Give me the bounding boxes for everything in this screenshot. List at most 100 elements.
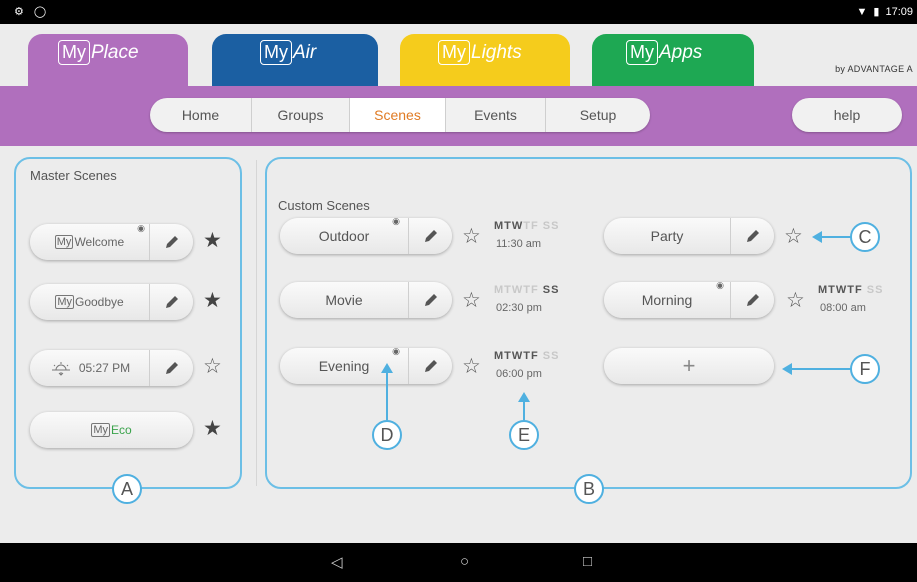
favourite-star-icon[interactable]: ☆ [784,226,803,248]
edit-button[interactable] [408,218,452,254]
edit-button[interactable] [408,282,452,318]
pencil-icon [165,296,178,308]
master-scene-sunset[interactable]: 05:27 PM [30,350,193,386]
master-scene-goodbye-label: My Goodbye [30,295,149,309]
callout-arrow [523,400,525,420]
favourite-star-icon[interactable]: ☆ [462,290,481,312]
tab-myplace-label: Place [91,41,139,63]
favourite-star-icon[interactable]: ☆ [203,356,222,378]
alarm-icon: ◯ [33,6,47,18]
favourite-star-icon[interactable]: ★ [203,418,222,440]
pencil-icon [424,230,437,242]
custom-scene-party[interactable]: Party [604,218,774,254]
days-inactive: MTWTF [494,284,539,296]
eye-icon: ◉ [392,346,400,356]
favourite-star-icon[interactable]: ☆ [462,356,481,378]
custom-scene-evening[interactable]: Evening ◉ [280,346,452,384]
tab-myair[interactable]: My Air [212,34,378,86]
edit-button[interactable] [730,282,774,318]
help-button[interactable]: help [792,98,902,132]
eye-icon: ◉ [392,216,400,226]
pencil-icon [165,236,178,248]
my-prefix: My [54,235,74,249]
custom-scene-party-label: Party [604,228,730,244]
my-welcome-logo: My Welcome [54,235,124,249]
master-scene-eco[interactable]: My Eco [30,412,193,448]
recents-icon[interactable]: □ [583,553,592,570]
custom-scenes-title: Custom Scenes [278,198,370,213]
nav-tabs: Home Groups Scenes Events Setup [150,98,650,132]
edit-button[interactable] [149,224,193,260]
pencil-icon [746,230,759,242]
master-scene-sunset-label: 05:27 PM [30,360,149,376]
nav-tab-events[interactable]: Events [446,98,546,132]
sunset-icon [51,362,70,376]
edit-button[interactable] [730,218,774,254]
schedule-days: MTWTF SS [494,284,559,296]
status-time: 17:09 [885,5,913,18]
favourite-star-icon[interactable]: ★ [203,290,222,312]
days-active: MTWTF [818,284,863,296]
edit-button[interactable] [149,350,193,386]
schedule-time: 11:30 am [496,238,542,250]
add-scene-button[interactable]: + [604,348,774,384]
my-logo-box: My [438,40,470,65]
schedule-time: 02:30 pm [496,302,542,314]
status-bar: ⚙ ◯ ▼ ▮ 17:09 [0,0,917,24]
master-scene-goodbye[interactable]: My Goodbye [30,284,193,320]
custom-scene-outdoor-label: Outdoor ◉ [280,216,408,244]
days-inactive: TF SS [523,220,560,232]
edit-button[interactable] [149,284,193,320]
callout-b: B [574,474,604,504]
days-active: SS [542,284,560,296]
tab-myapps[interactable]: My Apps [592,34,754,86]
my-prefix: My [91,423,110,437]
schedule-time: 08:00 am [820,302,866,314]
my-prefix: My [55,295,74,309]
nav-tab-scenes[interactable]: Scenes [350,98,446,132]
nav-tab-setup[interactable]: Setup [546,98,650,132]
custom-scene-outdoor[interactable]: Outdoor ◉ [280,216,452,254]
pencil-icon [746,294,759,306]
tab-mylights[interactable]: My Lights [400,34,570,86]
home-icon[interactable]: ○ [460,553,469,570]
sunset-time: 05:27 PM [78,361,131,375]
days-active: MTWTF [494,350,539,362]
favourite-star-icon[interactable]: ☆ [786,290,805,312]
master-scene-eco-label: My Eco [30,423,193,437]
pencil-icon [165,362,178,374]
my-logo-box: My [58,40,90,65]
callout-c: C [850,222,880,252]
pencil-icon [424,360,437,372]
custom-scene-movie[interactable]: Movie [280,282,452,318]
master-scene-welcome-label: My Welcome ◉ [30,223,149,249]
brand-byline: by ADVANTAGE A [835,64,913,74]
favourite-star-icon[interactable]: ★ [203,230,222,252]
scene-label: Party [650,228,684,244]
my-logo-box: My [260,40,292,65]
schedule-time: 06:00 pm [496,368,542,380]
wifi-icon: ▼ [856,5,868,18]
days-inactive: SS [866,284,884,296]
scene-label: Morning [641,292,693,308]
nav-tab-home[interactable]: Home [150,98,252,132]
tab-mylights-label: Lights [471,41,522,63]
custom-scene-morning[interactable]: Morning ◉ [604,280,774,318]
custom-scene-morning-label: Morning ◉ [604,280,730,308]
favourite-star-icon[interactable]: ☆ [462,226,481,248]
callout-arrow [790,368,852,370]
my-eco-logo: My Eco [91,423,132,437]
schedule-days: MTWTF SS [494,350,559,362]
callout-arrow [386,372,388,420]
callout-a: A [112,474,142,504]
master-scene-welcome[interactable]: My Welcome ◉ [30,223,193,260]
edit-button[interactable] [408,348,452,384]
schedule-days: MTWTF SS [818,284,883,296]
days-inactive: SS [542,350,560,362]
tab-myair-label: Air [293,41,317,63]
back-icon[interactable]: ◁ [331,553,343,571]
callout-arrow [820,236,852,238]
scene-label: Goodbye [74,295,124,309]
nav-tab-groups[interactable]: Groups [252,98,350,132]
tab-myplace[interactable]: My Place [28,34,188,86]
